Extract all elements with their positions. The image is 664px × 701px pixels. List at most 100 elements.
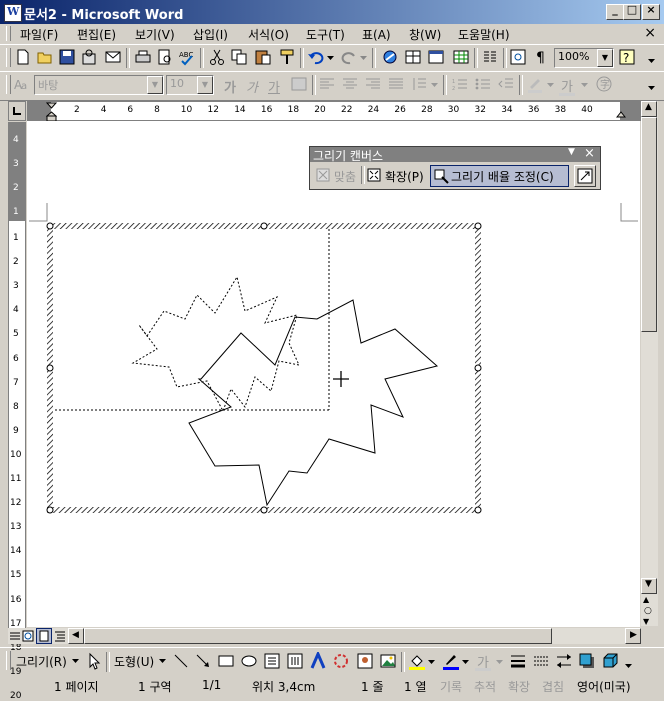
copy-icon[interactable]	[230, 48, 248, 66]
underline-button[interactable]: 가	[268, 77, 280, 96]
menu-view[interactable]: 보기(V)	[135, 26, 175, 43]
canvas-toolbar-titlebar[interactable]: 그리기 캔버스 ▼ ×	[310, 146, 600, 163]
scale-drawing-button[interactable]: 그리기 배율 조정(C)	[430, 165, 569, 187]
arrow-style-icon[interactable]	[555, 652, 573, 670]
line-color-dropdown-icon[interactable]	[462, 660, 469, 665]
new-document-icon[interactable]	[14, 48, 32, 66]
style-select[interactable]: 바탕 ▼	[34, 75, 164, 95]
horizontal-scrollbar[interactable]: ◀ ▶	[8, 628, 641, 644]
clip-art-icon[interactable]	[356, 652, 374, 670]
font-size-dropdown-icon[interactable]: ▼	[197, 76, 213, 94]
font-size-select[interactable]: 10 ▼	[166, 75, 214, 95]
word-app-icon[interactable]: W	[4, 4, 22, 22]
toolbar-grip[interactable]	[6, 651, 11, 670]
numbering-icon[interactable]: 12	[451, 75, 469, 93]
char-shading-icon[interactable]	[290, 75, 308, 93]
insert-picture-icon[interactable]	[379, 652, 397, 670]
select-objects-icon[interactable]	[85, 652, 103, 670]
menu-tools[interactable]: 도구(T)	[306, 26, 345, 43]
email-icon[interactable]	[104, 48, 122, 66]
horizontal-scroll-thumb[interactable]	[84, 628, 552, 644]
align-right-icon[interactable]	[364, 75, 382, 93]
menu-insert[interactable]: 삽입(I)	[193, 26, 228, 43]
selection-handles[interactable]	[46, 222, 482, 514]
undo-icon[interactable]	[307, 48, 325, 66]
diagram-icon[interactable]	[332, 652, 350, 670]
line-style-icon[interactable]	[509, 652, 527, 670]
menu-grip[interactable]	[6, 26, 11, 41]
status-trk[interactable]: 추적	[474, 678, 496, 695]
text-box-icon[interactable]	[263, 652, 281, 670]
previous-page-icon[interactable]: ▲	[643, 595, 649, 604]
insert-excel-icon[interactable]	[452, 48, 470, 66]
align-left-icon[interactable]	[318, 75, 336, 93]
fill-color-dropdown-icon[interactable]	[428, 660, 435, 665]
highlight-dropdown-icon[interactable]	[547, 83, 554, 88]
line-spacing-icon[interactable]	[410, 75, 428, 93]
indent-marker-icon[interactable]	[46, 102, 57, 122]
right-indent-marker-icon[interactable]	[616, 111, 626, 121]
horizontal-ruler[interactable]: 2 4 6 8 10 12 14 16 18 20 22 24 26 28 30 32 34 36 38 40	[27, 101, 641, 122]
expand-button[interactable]: 확장(P)	[385, 168, 424, 185]
menu-edit[interactable]: 편집(E)	[77, 26, 116, 43]
drawing-canvas[interactable]	[45, 221, 485, 521]
menu-format[interactable]: 서식(O)	[248, 26, 289, 43]
close-button[interactable]: ×	[642, 3, 660, 20]
toolbar-options-icon[interactable]	[625, 660, 632, 669]
wordart-icon[interactable]	[309, 652, 327, 670]
zoom-select[interactable]: 100% ▼	[554, 48, 614, 68]
status-rec[interactable]: 기록	[440, 678, 462, 695]
tables-borders-icon[interactable]	[404, 48, 422, 66]
menu-file[interactable]: 파일(F)	[20, 26, 58, 43]
document-map-icon[interactable]	[509, 48, 527, 66]
columns-icon[interactable]	[481, 48, 499, 66]
scroll-down-button[interactable]: ▼	[641, 578, 657, 594]
vertical-text-box-icon[interactable]	[286, 652, 304, 670]
explosion-star-shape[interactable]	[188, 299, 439, 507]
scroll-left-button[interactable]: ◀	[68, 628, 84, 644]
insert-table-icon[interactable]	[427, 48, 445, 66]
styles-formatting-icon[interactable]: Aa	[13, 75, 31, 93]
toolbar-grip[interactable]	[6, 48, 11, 67]
print-preview-icon[interactable]	[156, 48, 174, 66]
minimize-button[interactable]: _	[606, 3, 624, 20]
scroll-up-button[interactable]: ▲	[641, 101, 657, 117]
distributed-icon[interactable]	[387, 75, 405, 93]
draw-menu-button[interactable]: 그리기(R)	[16, 653, 67, 670]
web-layout-view-icon[interactable]	[22, 630, 34, 642]
align-center-icon[interactable]	[341, 75, 359, 93]
menu-help[interactable]: 도움말(H)	[458, 26, 510, 43]
spelling-icon[interactable]: ABC	[178, 48, 196, 66]
help-icon[interactable]: ?	[618, 48, 636, 66]
line-spacing-dropdown-icon[interactable]	[431, 83, 438, 88]
drawing-canvas-toolbar[interactable]: 그리기 캔버스 ▼ × 맞춤 확장(P) 그리기 배율 조정(C)	[309, 146, 601, 190]
encircle-char-icon[interactable]: 字	[595, 75, 613, 93]
redo-dropdown-icon[interactable]	[360, 56, 367, 61]
menu-window[interactable]: 창(W)	[409, 26, 441, 43]
bold-button[interactable]: 가	[224, 77, 236, 96]
format-painter-icon[interactable]	[278, 48, 296, 66]
menu-table[interactable]: 표(A)	[362, 26, 391, 43]
redo-icon[interactable]	[340, 48, 358, 66]
cut-icon[interactable]	[208, 48, 226, 66]
status-ext[interactable]: 확장	[508, 678, 530, 695]
select-browse-object-icon[interactable]: ○	[644, 606, 652, 616]
open-folder-icon[interactable]	[36, 48, 54, 66]
tab-selector-button[interactable]	[8, 101, 26, 121]
vertical-ruler[interactable]: 1 2 3 4 1 2 3 4 5 6 7 8 9 10 11 12 13 14 15 16 17 18 19 20	[8, 122, 26, 701]
line-tool-icon[interactable]	[172, 652, 190, 670]
highlight-icon[interactable]	[526, 75, 544, 93]
show-hide-icon[interactable]: ¶	[531, 48, 549, 66]
print-icon[interactable]	[134, 48, 152, 66]
line-color-icon[interactable]	[442, 652, 460, 670]
toolbar-options-icon[interactable]	[648, 55, 655, 64]
vertical-scrollbar[interactable]: ▲ ▼ ▲ ○ ▼	[641, 101, 658, 626]
document-close-icon[interactable]: ×	[644, 25, 656, 41]
status-ovr[interactable]: 겹침	[542, 678, 564, 695]
dash-style-icon[interactable]	[532, 652, 550, 670]
zoom-dropdown-icon[interactable]: ▼	[597, 49, 613, 67]
outline-view-icon[interactable]	[54, 630, 66, 642]
toolbar-options-icon[interactable]	[648, 82, 655, 91]
save-icon[interactable]	[58, 48, 76, 66]
italic-button[interactable]: 가	[246, 77, 258, 96]
